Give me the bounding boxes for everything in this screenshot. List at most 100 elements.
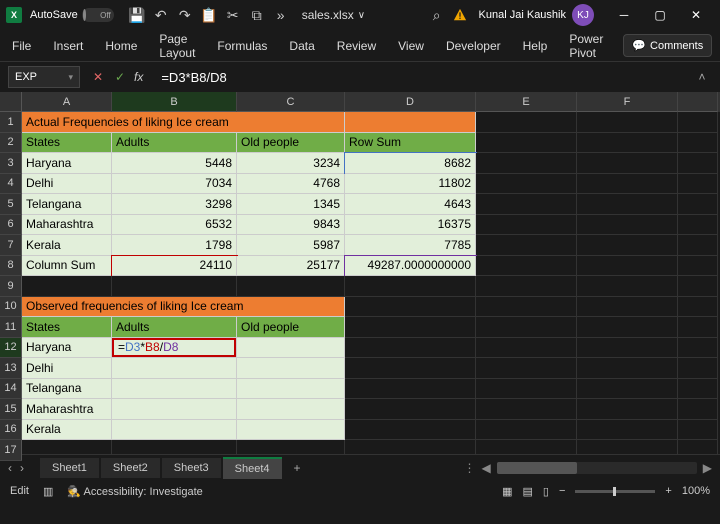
spreadsheet-grid[interactable]: 1 2 3 4 5 6 7 8 9 10 11 12 13 14 15 16 1… (0, 92, 720, 454)
cell[interactable]: 9843 (237, 215, 345, 236)
row-header[interactable]: 7 (0, 235, 22, 256)
cell[interactable] (112, 399, 237, 420)
cell[interactable] (112, 379, 237, 400)
accept-formula-icon[interactable]: ✓ (112, 69, 128, 85)
expand-formula-icon[interactable]: ˄ (692, 70, 712, 84)
prev-sheet-icon[interactable]: ‹ (8, 461, 12, 475)
cell[interactable] (476, 112, 577, 133)
view-normal-icon[interactable]: ▦ (502, 485, 512, 498)
row-header[interactable]: 17 (0, 440, 22, 461)
cell[interactable]: Haryana (22, 338, 112, 359)
tab-file[interactable]: File (10, 35, 33, 57)
col-header[interactable]: D (345, 92, 476, 112)
sheet-tab[interactable]: Sheet3 (162, 458, 221, 478)
sheet-tab[interactable]: Sheet1 (40, 458, 99, 478)
tab-developer[interactable]: Developer (444, 35, 503, 57)
cell[interactable]: 7785 (345, 235, 476, 256)
row-header[interactable]: 10 (0, 297, 22, 318)
scroll-right-icon[interactable]: ▶ (703, 461, 712, 475)
sheet-tab[interactable]: Sheet4 (223, 457, 282, 479)
cell[interactable] (112, 420, 237, 441)
copy-icon[interactable]: ⧉ (250, 8, 264, 22)
cell[interactable] (237, 338, 345, 359)
next-sheet-icon[interactable]: › (20, 461, 24, 475)
cell[interactable]: Old people (237, 317, 345, 338)
cell[interactable]: States (22, 133, 112, 154)
file-name[interactable]: sales.xlsx∨ (302, 8, 365, 22)
cell[interactable]: Delhi (22, 358, 112, 379)
row-header[interactable]: 14 (0, 379, 22, 400)
cell[interactable]: 5987 (237, 235, 345, 256)
col-header[interactable]: F (577, 92, 678, 112)
zoom-out-icon[interactable]: − (559, 485, 565, 497)
row-header[interactable]: 1 (0, 112, 22, 133)
tab-review[interactable]: Review (335, 35, 378, 57)
undo-icon[interactable]: ↶ (154, 8, 168, 22)
tab-home[interactable]: Home (103, 35, 139, 57)
cell[interactable] (237, 399, 345, 420)
add-sheet-button[interactable]: + (284, 457, 311, 479)
stats-icon[interactable]: ▥ (43, 485, 53, 498)
paste-icon[interactable]: 📋 (202, 8, 216, 22)
cell[interactable]: Actual Frequencies of liking Ice cream (22, 112, 345, 133)
tab-power-pivot[interactable]: Power Pivot (567, 28, 605, 64)
redo-icon[interactable]: ↷ (178, 8, 192, 22)
tab-formulas[interactable]: Formulas (215, 35, 269, 57)
view-pagelayout-icon[interactable]: ▤ (523, 485, 533, 498)
cell[interactable]: 3298 (112, 194, 237, 215)
col-header[interactable] (678, 92, 718, 112)
comments-button[interactable]: 💬 Comments (623, 34, 712, 57)
cell[interactable]: 1345 (237, 194, 345, 215)
cell[interactable]: Adults (112, 133, 237, 154)
more-icon[interactable]: » (274, 8, 288, 22)
cell[interactable]: Telangana (22, 194, 112, 215)
col-header[interactable]: B (112, 92, 237, 112)
save-icon[interactable]: 💾 (130, 8, 144, 22)
zoom-in-icon[interactable]: + (665, 485, 671, 497)
cell[interactable] (237, 420, 345, 441)
cell[interactable]: 1798 (112, 235, 237, 256)
row-header[interactable]: 15 (0, 399, 22, 420)
cell[interactable] (237, 358, 345, 379)
zoom-slider[interactable] (575, 490, 655, 493)
cell[interactable] (112, 358, 237, 379)
tab-page-layout[interactable]: Page Layout (157, 28, 197, 64)
cancel-formula-icon[interactable]: ✕ (90, 69, 106, 85)
cell[interactable] (237, 379, 345, 400)
scroll-left-icon[interactable]: ◀ (482, 461, 491, 475)
fx-icon[interactable]: fx (134, 70, 143, 84)
cell[interactable]: Maharashtra (22, 399, 112, 420)
cell[interactable]: 7034 (112, 174, 237, 195)
cell[interactable]: Row Sum (345, 133, 476, 154)
cell[interactable]: Old people (237, 133, 345, 154)
cell[interactable]: Delhi (22, 174, 112, 195)
col-header[interactable]: E (476, 92, 577, 112)
cell[interactable]: Column Sum (22, 256, 112, 277)
zoom-level[interactable]: 100% (682, 485, 710, 497)
minimize-button[interactable]: ─ (606, 0, 642, 30)
cell-b8[interactable]: 24110 (112, 256, 237, 277)
name-box[interactable]: EXP▾ (8, 66, 80, 88)
cell[interactable]: Observed frequencies of liking Ice cream (22, 297, 345, 318)
cell-d8[interactable]: 49287.0000000000 (345, 256, 476, 277)
maximize-button[interactable]: ▢ (642, 0, 678, 30)
row-header[interactable]: 3 (0, 153, 22, 174)
user-account[interactable]: Kunal Jai Kaushik KJ (479, 4, 594, 26)
tab-help[interactable]: Help (521, 35, 550, 57)
cell[interactable]: 5448 (112, 153, 237, 174)
tab-data[interactable]: Data (287, 35, 316, 57)
row-header[interactable]: 5 (0, 194, 22, 215)
cut-icon[interactable]: ✂ (226, 8, 240, 22)
cell[interactable]: Kerala (22, 420, 112, 441)
close-button[interactable]: ✕ (678, 0, 714, 30)
col-header[interactable]: A (22, 92, 112, 112)
row-header[interactable]: 8 (0, 256, 22, 277)
accessibility-status[interactable]: 🕵 Accessibility: Investigate (67, 485, 202, 498)
sheet-tab[interactable]: Sheet2 (101, 458, 160, 478)
view-pagebreak-icon[interactable]: ▯ (543, 485, 549, 498)
warning-icon[interactable] (453, 8, 467, 22)
cell[interactable]: Haryana (22, 153, 112, 174)
row-header[interactable]: 11 (0, 317, 22, 338)
cell[interactable]: 25177 (237, 256, 345, 277)
horizontal-scrollbar[interactable] (497, 462, 697, 474)
